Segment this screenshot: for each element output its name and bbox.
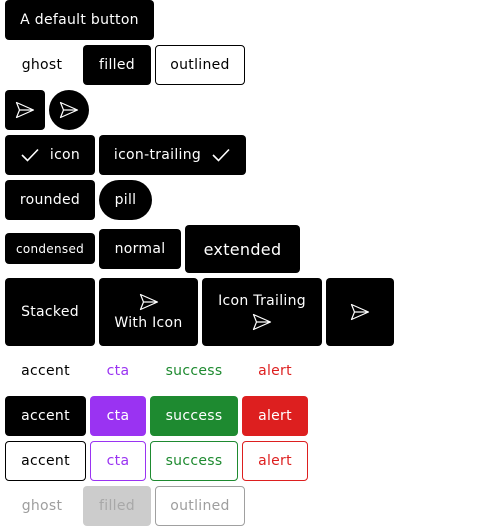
condensed-button-label: condensed [15,241,85,256]
send-icon [15,101,35,119]
rounded-button-label: rounded [19,192,81,208]
disabled-ghost-label: ghost [21,498,63,514]
filled-accent-button[interactable]: accent [5,396,86,436]
outlined-accent-button[interactable]: accent [5,441,86,481]
cta-label: cta [106,363,130,379]
stacked-button-label: Stacked [21,304,79,320]
check-icon [20,147,40,163]
condensed-button[interactable]: condensed [5,233,95,264]
stacked-icon-trailing-button[interactable]: Icon Trailing [202,278,322,346]
disabled-outlined-label: outlined [170,498,230,514]
stacked-button[interactable]: Stacked [5,278,95,346]
ghost-button-label: ghost [21,57,63,73]
ghost-button[interactable]: ghost [5,45,79,85]
ghost-cta-button[interactable]: cta [90,351,146,391]
send-icon [59,101,79,119]
pill-button-label: pill [114,192,137,208]
filled-success-button[interactable]: success [150,396,238,436]
ghost-accent-button[interactable]: accent [5,351,86,391]
normal-button-label: normal [114,241,166,257]
ghost-alert-button[interactable]: alert [242,351,308,391]
filled-button-label: filled [99,57,135,73]
icon-trailing-stacked-label: Icon Trailing [218,293,306,309]
filled-alert-button[interactable]: alert [242,396,308,436]
default-button-label: A default button [20,12,139,28]
send-icon-round-button[interactable] [49,90,89,130]
disabled-filled-button: filled [83,486,151,526]
filled-cta-button[interactable]: cta [90,396,146,436]
send-icon [139,293,159,311]
extended-button-label: extended [203,239,282,259]
outlined-cta-button[interactable]: cta [90,441,146,481]
stacked-icon-only-button[interactable] [326,278,394,346]
check-icon [211,147,231,163]
success-label: success [165,408,223,424]
cta-label: cta [106,453,130,469]
outlined-success-button[interactable]: success [150,441,238,481]
accent-label: accent [21,363,70,379]
icon-trailing-button[interactable]: icon-trailing [99,135,246,175]
disabled-outlined-button: outlined [155,486,245,526]
filled-button[interactable]: filled [83,45,151,85]
accent-label: accent [21,408,70,424]
normal-button[interactable]: normal [99,229,181,269]
send-icon [252,313,272,331]
icon-leading-button[interactable]: icon [5,135,95,175]
alert-label: alert [258,408,292,424]
extended-button[interactable]: extended [185,225,300,273]
with-icon-label: With Icon [114,315,183,331]
outlined-alert-button[interactable]: alert [242,441,308,481]
pill-button[interactable]: pill [99,180,152,220]
accent-label: accent [21,453,70,469]
disabled-filled-label: filled [99,498,135,514]
icon-leading-label: icon [49,147,81,163]
ghost-success-button[interactable]: success [150,351,238,391]
send-icon-button[interactable] [5,90,45,130]
default-button[interactable]: A default button [5,0,154,40]
send-icon [350,303,370,321]
success-label: success [165,453,223,469]
rounded-button[interactable]: rounded [5,180,95,220]
outlined-button-label: outlined [170,57,230,73]
alert-label: alert [258,453,292,469]
outlined-button[interactable]: outlined [155,45,245,85]
alert-label: alert [258,363,292,379]
stacked-with-icon-button[interactable]: With Icon [99,278,198,346]
cta-label: cta [106,408,130,424]
icon-trailing-label: icon-trailing [113,147,202,163]
disabled-ghost-button: ghost [5,486,79,526]
success-label: success [165,363,223,379]
